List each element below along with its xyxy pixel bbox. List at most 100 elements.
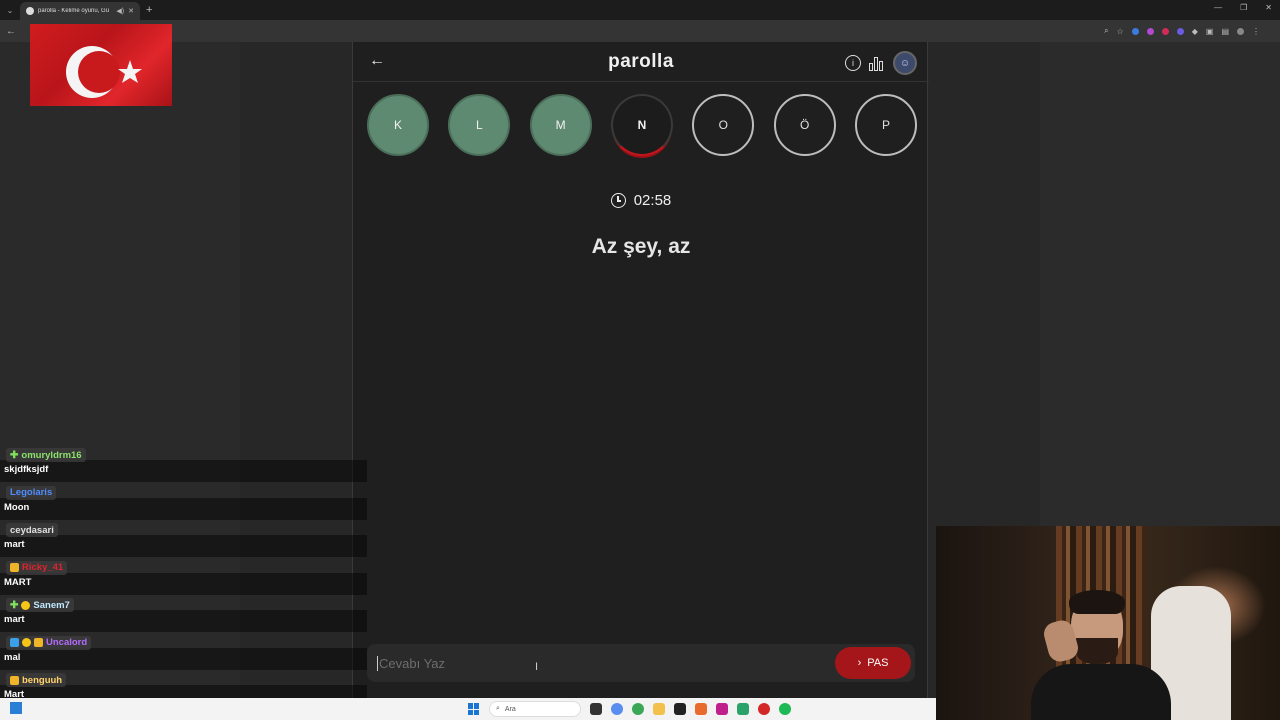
speaker-icon[interactable]: ◀) bbox=[116, 7, 124, 15]
bits-badge-icon bbox=[21, 600, 31, 610]
game-header: ← parolla i ☺ bbox=[353, 42, 929, 82]
header-actions: i ☺ bbox=[845, 51, 917, 75]
extension-icon[interactable] bbox=[1146, 27, 1154, 35]
close-window-icon[interactable]: ✕ bbox=[1265, 3, 1272, 12]
taskbar-search[interactable]: ⌕ Ara bbox=[489, 701, 581, 717]
widgets-icon[interactable] bbox=[10, 702, 22, 714]
app-icon[interactable] bbox=[758, 703, 770, 715]
chat-message: Legolaris Moon bbox=[0, 485, 367, 524]
info-icon[interactable]: i bbox=[845, 55, 861, 71]
app-icon[interactable] bbox=[737, 703, 749, 715]
chat-text: skjdfksjdf bbox=[4, 464, 49, 475]
letter-n: N bbox=[610, 94, 673, 156]
minimize-icon[interactable]: — bbox=[1214, 3, 1222, 12]
plus-badge-icon: ✚ bbox=[10, 449, 19, 461]
letter-o-umlaut: Ö bbox=[773, 94, 836, 156]
chevron-right-icon: › bbox=[857, 657, 862, 669]
extension-icon[interactable] bbox=[1161, 27, 1169, 35]
task-view-icon[interactable] bbox=[590, 703, 602, 715]
sidebar-icon[interactable]: ▤ bbox=[1221, 27, 1229, 36]
stats-chart-icon[interactable] bbox=[869, 55, 885, 71]
streamer-hair bbox=[1069, 590, 1125, 614]
turkish-flag-image bbox=[30, 24, 172, 106]
chat-username: ceydasari bbox=[6, 523, 58, 537]
pass-button[interactable]: › PAS bbox=[835, 647, 911, 679]
pass-button-label: PAS bbox=[867, 657, 889, 669]
chat-text: MART bbox=[4, 576, 32, 588]
extension-icon[interactable] bbox=[1131, 27, 1139, 35]
new-tab-button[interactable]: + bbox=[146, 4, 152, 16]
letter-wheel: K L M N O Ö P bbox=[367, 94, 917, 156]
chat-username: benguuh bbox=[6, 673, 67, 687]
plus-badge-icon: ✚ bbox=[10, 599, 19, 611]
timer: 02:58 bbox=[353, 192, 929, 209]
letter-l: L bbox=[448, 94, 511, 156]
chat-username: ✚ Sanem7 bbox=[6, 598, 74, 612]
chat-message: Ricky_41 MART bbox=[0, 560, 367, 599]
app-icon[interactable] bbox=[674, 703, 686, 715]
clock-icon bbox=[610, 193, 626, 208]
tab-title: parolla - Kelime oyunu, Gü bbox=[38, 8, 110, 14]
spotify-icon[interactable] bbox=[779, 703, 791, 715]
right-panel bbox=[1040, 42, 1280, 526]
vip-badge-icon bbox=[10, 638, 19, 647]
back-arrow-icon[interactable]: ← bbox=[369, 52, 385, 70]
profile-avatar[interactable] bbox=[1237, 27, 1244, 35]
letter-p: P bbox=[854, 94, 917, 156]
app-icon[interactable] bbox=[695, 703, 707, 715]
user-avatar[interactable]: ☺ bbox=[893, 51, 917, 75]
bookmark-star-icon[interactable]: ☆ bbox=[1117, 27, 1124, 36]
answer-input[interactable] bbox=[377, 655, 777, 671]
streamer-body bbox=[1031, 664, 1171, 720]
copilot-icon[interactable] bbox=[611, 703, 623, 715]
app-icon[interactable] bbox=[716, 703, 728, 715]
game-window: ← parolla i ☺ K L M N O Ö P 02:58 Az şey… bbox=[352, 42, 929, 698]
text-cursor-icon: I bbox=[535, 661, 539, 673]
stream-chat: ✚ omuryldrm16 skjdfksjdf Legolaris Moon … bbox=[0, 448, 367, 707]
chat-username: ✚ omuryldrm16 bbox=[6, 448, 86, 462]
chat-username: Ricky_41 bbox=[6, 560, 68, 575]
chat-text: Moon bbox=[4, 501, 30, 513]
chat-text: mart bbox=[4, 614, 25, 625]
chat-message: ✚ omuryldrm16 skjdfksjdf bbox=[0, 448, 367, 486]
browser-back-icon[interactable]: ← bbox=[6, 26, 16, 37]
close-tab-icon[interactable]: ✕ bbox=[128, 7, 134, 15]
taskbar-search-label: Ara bbox=[504, 705, 516, 713]
start-menu-icon[interactable] bbox=[468, 703, 480, 715]
crown-badge-icon bbox=[10, 563, 19, 572]
windows-taskbar: ⌕ Ara bbox=[0, 698, 936, 720]
tab-favicon-icon bbox=[26, 7, 34, 15]
letter-m: M bbox=[529, 94, 592, 156]
taskbar-apps: ⌕ Ara bbox=[468, 701, 791, 717]
game-title: parolla bbox=[608, 50, 674, 72]
extension-icon[interactable]: ◆ bbox=[1192, 27, 1198, 36]
letter-k: K bbox=[367, 94, 429, 156]
chat-username: Uncalord bbox=[6, 635, 92, 650]
question-text: Az şey, az bbox=[591, 235, 691, 258]
chat-username: Legolaris bbox=[6, 485, 57, 500]
extension-icons: ⌕ ☆ ◆ ▣ ▤ ⋮ bbox=[1104, 26, 1260, 36]
chat-text: mal bbox=[4, 651, 21, 663]
search-icon: ⌕ bbox=[496, 705, 500, 712]
browser-tab[interactable]: parolla - Kelime oyunu, Gü ◀) ✕ bbox=[20, 2, 140, 20]
crown-badge-icon bbox=[34, 638, 43, 647]
timer-value: 02:58 bbox=[633, 192, 672, 209]
chat-message: Uncalord mal bbox=[0, 635, 367, 674]
tab-search-icon[interactable]: ⌄ bbox=[0, 6, 20, 15]
file-explorer-icon[interactable] bbox=[653, 703, 665, 715]
browser-toolbar: ← ⌕ ☆ ◆ ▣ ▤ ⋮ bbox=[0, 20, 1280, 42]
extensions-puzzle-icon[interactable]: ▣ bbox=[1206, 27, 1214, 36]
chat-message: ceydasari mart bbox=[0, 523, 367, 561]
chrome-icon[interactable] bbox=[632, 703, 644, 715]
chat-text: mart bbox=[4, 539, 25, 550]
bits-badge-icon bbox=[22, 638, 31, 647]
crown-badge-icon bbox=[10, 675, 19, 685]
menu-kebab-icon[interactable]: ⋮ bbox=[1252, 27, 1260, 36]
maximize-icon[interactable]: ❐ bbox=[1240, 3, 1247, 12]
window-controls: — ❐ ✕ bbox=[1214, 3, 1272, 12]
extension-icon[interactable] bbox=[1176, 27, 1184, 35]
webcam-feed bbox=[936, 526, 1280, 720]
chat-message: ✚ Sanem7 mart bbox=[0, 598, 367, 636]
browser-tab-bar: ⌄ parolla - Kelime oyunu, Gü ◀) ✕ + — ❐ … bbox=[0, 0, 1280, 20]
zoom-icon[interactable]: ⌕ bbox=[1104, 26, 1108, 36]
